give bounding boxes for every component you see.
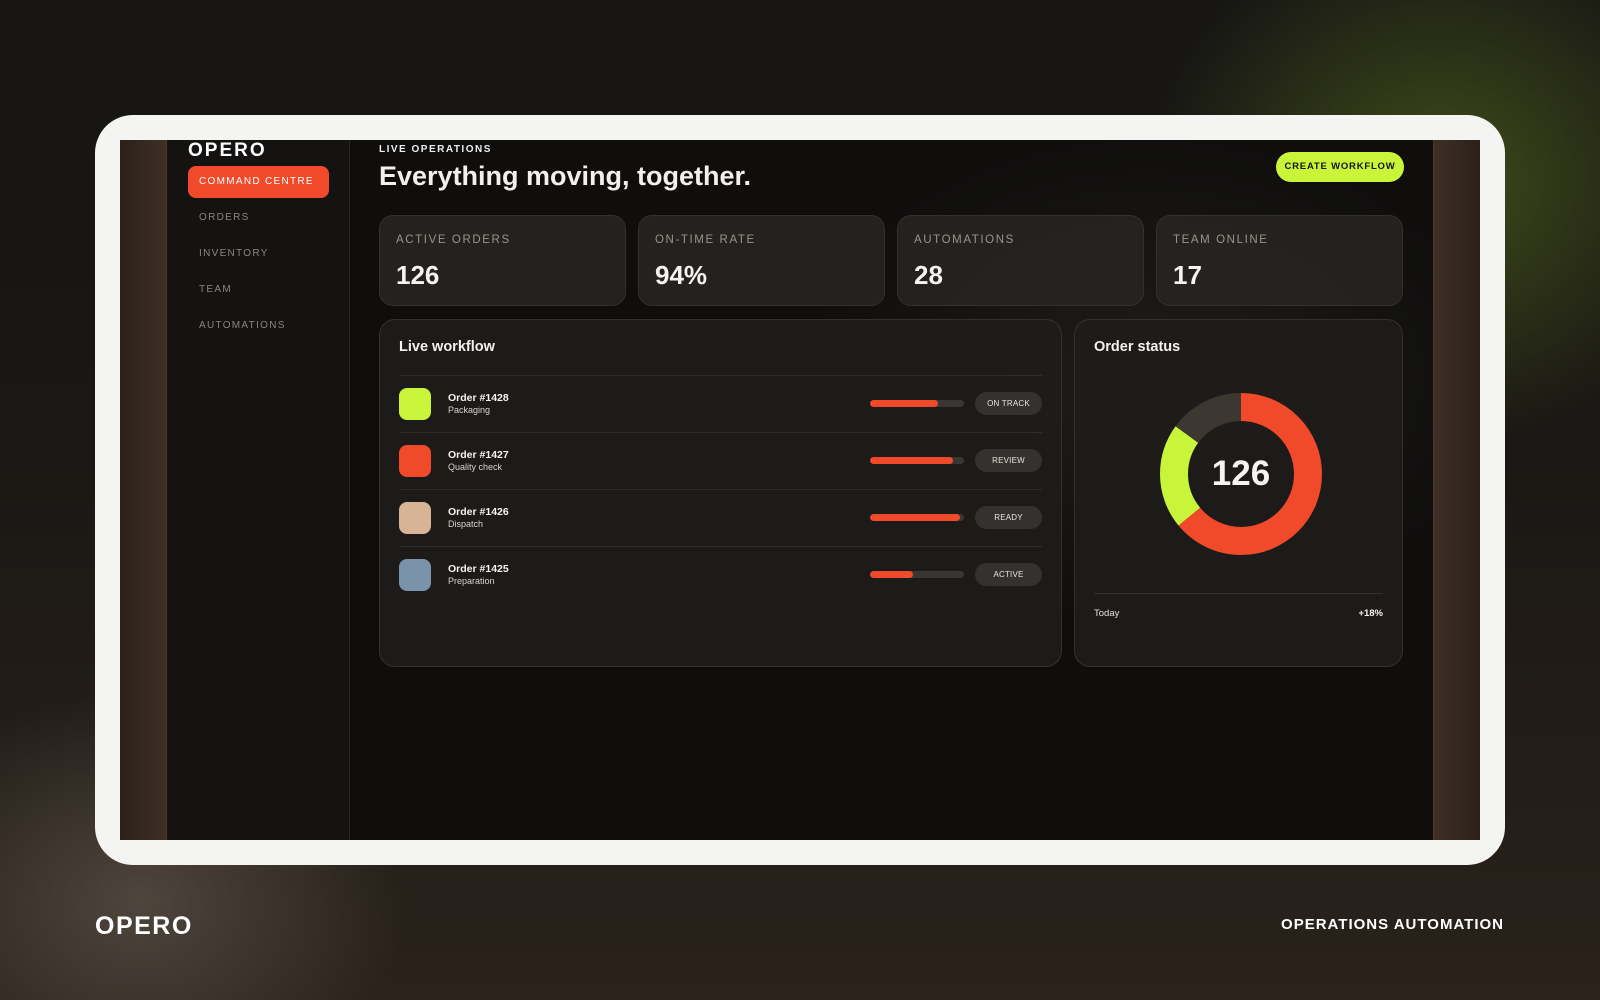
progress-bar — [870, 457, 964, 464]
stat-value: 28 — [914, 260, 943, 290]
status-change-value: +18% — [1358, 608, 1383, 619]
sidebar-item-automations[interactable]: AUTOMATIONS — [188, 310, 329, 342]
status-badge: ON TRACK — [975, 392, 1042, 415]
app-logo: OPERO — [188, 140, 267, 161]
stat-value: 126 — [396, 260, 440, 290]
main-content: LIVE OPERATIONS Everything moving, toget… — [350, 140, 1433, 840]
stat-card-team-online: TEAM ONLINE 17 — [1156, 215, 1403, 306]
sidebar-item-command-centre[interactable]: COMMAND CENTRE — [188, 166, 329, 198]
donut-total: 126 — [1211, 454, 1271, 493]
progress-fill — [870, 514, 961, 521]
live-workflow-panel: Live workflow Order #1428 Packaging ON T… — [379, 319, 1062, 667]
stat-label: ON-TIME RATE — [655, 234, 756, 246]
stat-card-active-orders: ACTIVE ORDERS 126 — [379, 215, 626, 306]
order-status-donut: 126 — [1159, 392, 1323, 556]
footer-logo: OPERO — [95, 912, 193, 940]
order-stage: Preparation — [448, 576, 495, 586]
stat-label: TEAM ONLINE — [1173, 234, 1269, 246]
sidebar-item-orders[interactable]: ORDERS — [188, 202, 329, 234]
sidebar-item-inventory[interactable]: INVENTORY — [188, 238, 329, 270]
progress-fill — [870, 571, 914, 578]
order-stage: Packaging — [448, 405, 491, 415]
progress-bar — [870, 514, 964, 521]
stat-label: AUTOMATIONS — [914, 234, 1015, 246]
order-status-panel: Order status 126 Today +18% — [1074, 319, 1403, 667]
workflow-row[interactable]: Order #1427 Quality check REVIEW — [399, 432, 1042, 489]
status-badge: REVIEW — [975, 449, 1042, 472]
order-title: Order #1427 — [448, 449, 509, 461]
order-swatch — [399, 502, 431, 534]
order-swatch — [399, 559, 431, 591]
order-swatch — [399, 388, 431, 420]
status-badge: READY — [975, 506, 1042, 529]
stat-card-automations: AUTOMATIONS 28 — [897, 215, 1144, 306]
order-stage: Dispatch — [448, 519, 484, 529]
progress-fill — [870, 457, 953, 464]
order-stage: Quality check — [448, 462, 503, 472]
stat-value: 17 — [1173, 260, 1202, 290]
order-swatch — [399, 445, 431, 477]
workflow-row[interactable]: Order #1426 Dispatch READY — [399, 489, 1042, 546]
stat-card-on-time-rate: ON-TIME RATE 94% — [638, 215, 885, 306]
stat-label: ACTIVE ORDERS — [396, 234, 511, 246]
workflow-row[interactable]: Order #1428 Packaging ON TRACK — [399, 375, 1042, 432]
panel-title: Live workflow — [399, 339, 495, 355]
divider — [1094, 593, 1383, 594]
status-badge: ACTIVE — [975, 563, 1042, 586]
order-title: Order #1428 — [448, 392, 509, 404]
progress-bar — [870, 400, 964, 407]
sidebar-item-team[interactable]: TEAM — [188, 274, 329, 306]
bezel-left — [120, 140, 167, 840]
section-eyebrow: LIVE OPERATIONS — [379, 144, 492, 155]
stat-value: 94% — [655, 260, 708, 290]
sidebar: OPERO COMMAND CENTRE ORDERS INVENTORY TE… — [167, 140, 350, 840]
workflow-row[interactable]: Order #1425 Preparation ACTIVE — [399, 546, 1042, 603]
panel-title: Order status — [1094, 339, 1181, 355]
progress-fill — [870, 400, 938, 407]
bezel-right — [1433, 140, 1480, 840]
order-title: Order #1425 — [448, 563, 509, 575]
app-screen: OPERO COMMAND CENTRE ORDERS INVENTORY TE… — [120, 140, 1480, 840]
footer-tagline: OPERATIONS AUTOMATION — [1281, 916, 1504, 933]
create-workflow-button[interactable]: CREATE WORKFLOW — [1276, 152, 1404, 182]
progress-bar — [870, 571, 964, 578]
page-title: Everything moving, together. — [379, 161, 752, 191]
status-period-label: Today — [1094, 608, 1120, 619]
order-title: Order #1426 — [448, 506, 509, 518]
